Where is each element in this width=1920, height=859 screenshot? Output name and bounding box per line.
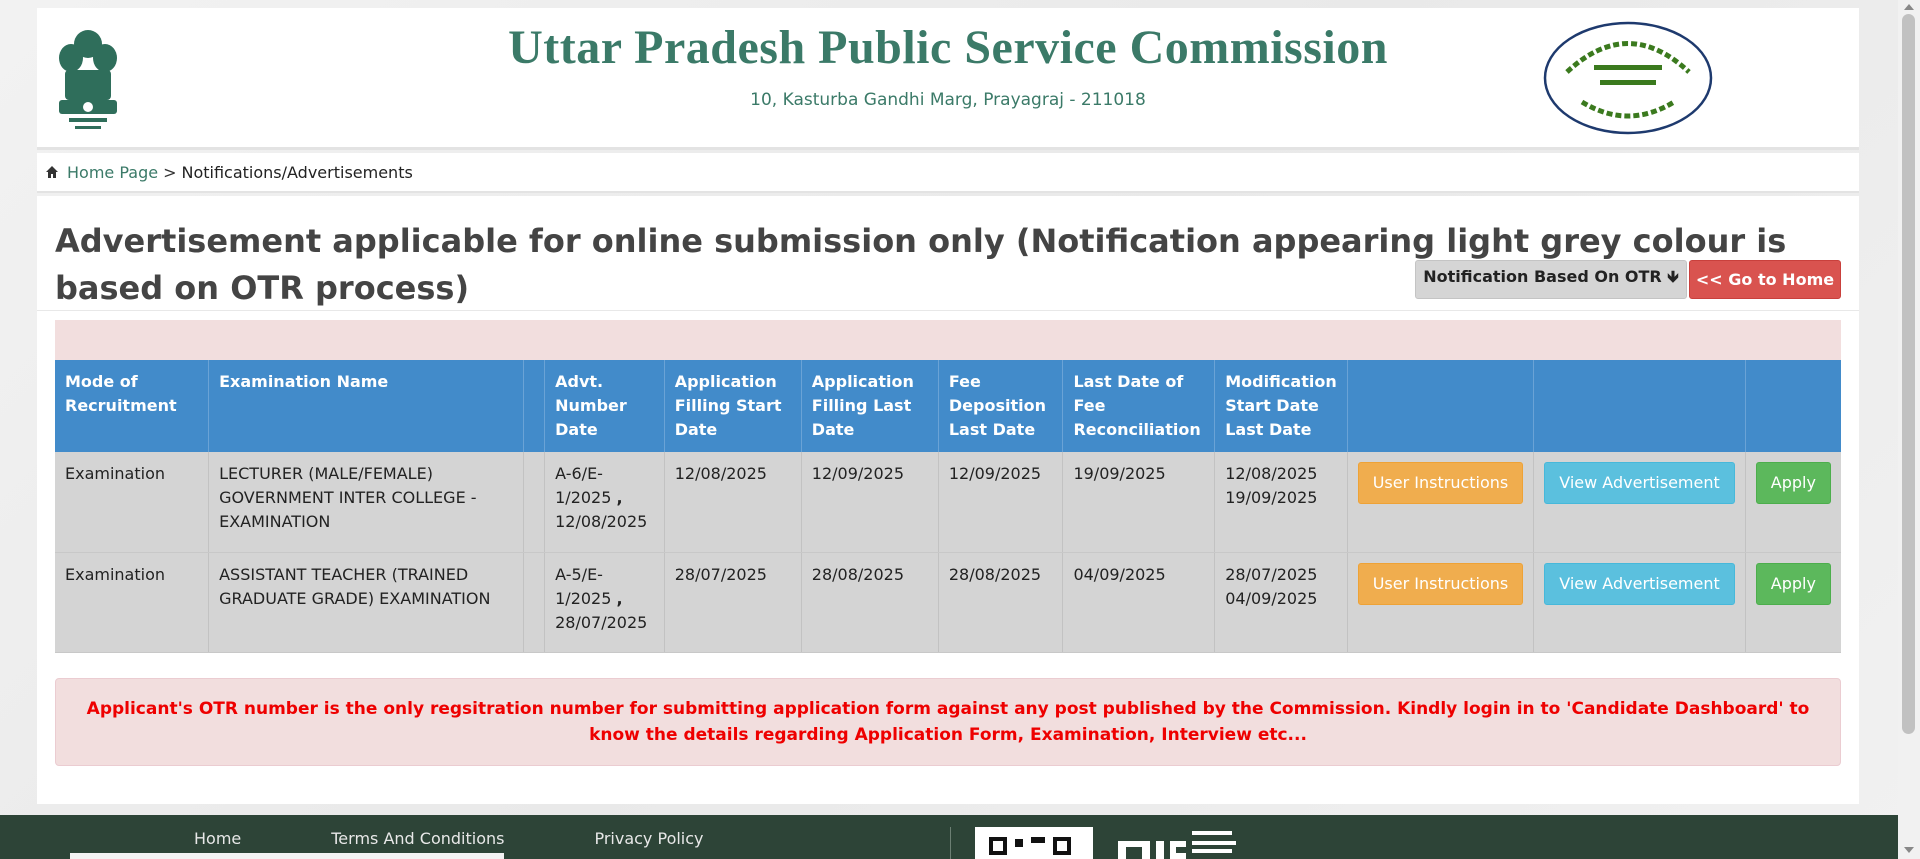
footer-link-terms[interactable]: Terms And Conditions	[331, 829, 504, 848]
col-advt-number: Advt. Number Date	[544, 360, 665, 452]
cell-exam-name: ASSISTANT TEACHER (TRAINED GRADUATE GRAD…	[208, 552, 525, 653]
scroll-down-icon[interactable]	[1904, 847, 1914, 853]
mod-start-date: 28/07/2025	[1225, 564, 1318, 584]
breadcrumb-home-link[interactable]: Home Page	[67, 163, 158, 182]
cell-start-date: 12/08/2025	[664, 452, 802, 553]
advt-separator: ,	[616, 488, 623, 507]
cell-reconciliation: 19/09/2025	[1062, 452, 1216, 553]
advt-number: A-6/E-1/2025	[555, 464, 612, 507]
footer-divider	[950, 827, 951, 859]
cell-instructions: User Instructions	[1347, 452, 1535, 553]
main-content: Advertisement applicable for online subm…	[37, 196, 1859, 804]
footer-links: Home Terms And Conditions Privacy Policy	[194, 829, 794, 848]
table-row: Examination LECTURER (MALE/FEMALE) GOVER…	[55, 452, 1841, 553]
col-exam-name: Examination Name	[208, 360, 525, 452]
mod-last-date: 04/09/2025	[1225, 588, 1318, 608]
apply-button[interactable]: Apply	[1755, 462, 1831, 504]
alert-strip	[55, 320, 1841, 360]
cell-reconciliation: 04/09/2025	[1062, 552, 1216, 653]
cell-modification: 12/08/2025 19/09/2025	[1214, 452, 1348, 553]
cell-view: View Advertisement	[1533, 552, 1746, 653]
cell-advt: A-5/E-1/2025 , 28/07/2025	[544, 552, 665, 653]
col-modification: Modification Start Date Last Date	[1214, 360, 1348, 452]
home-icon	[46, 166, 58, 178]
col-fee-last-date: Fee Deposition Last Date	[938, 360, 1064, 452]
advertisement-table: Mode of Recruitment Examination Name Adv…	[55, 360, 1841, 653]
scroll-up-icon[interactable]	[1904, 4, 1914, 10]
table-row: Examination ASSISTANT TEACHER (TRAINED G…	[55, 552, 1841, 653]
view-advertisement-button[interactable]: View Advertisement	[1544, 462, 1735, 504]
user-instructions-button[interactable]: User Instructions	[1357, 562, 1524, 605]
mod-start-date: 12/08/2025	[1225, 464, 1318, 483]
advt-date: 28/07/2025	[555, 612, 648, 632]
cell-last-date: 12/09/2025	[801, 452, 939, 553]
commission-seal-icon	[1543, 21, 1713, 135]
qr-code-icon	[975, 827, 1093, 859]
advt-number: A-5/E-1/2025	[555, 564, 612, 608]
otr-notice: Applicant's OTR number is the only regsi…	[55, 678, 1841, 766]
scrollbar-thumb[interactable]	[1902, 14, 1915, 734]
breadcrumb: Home Page > Notifications/Advertisements	[37, 153, 1859, 193]
col-start-date: Application Filling Start Date	[664, 360, 802, 452]
advt-date: 12/08/2025	[555, 512, 648, 531]
breadcrumb-separator: >	[163, 162, 177, 182]
cell-instructions: User Instructions	[1347, 552, 1535, 653]
col-last-date: Application Filling Last Date	[801, 360, 939, 452]
col-view	[1533, 360, 1746, 452]
view-advertisement-button[interactable]: View Advertisement	[1544, 562, 1735, 605]
cell-blank	[523, 452, 546, 553]
cell-view: View Advertisement	[1533, 452, 1746, 553]
cell-fee-last-date: 12/09/2025	[938, 452, 1064, 553]
cell-fee-last-date: 28/08/2025	[938, 552, 1064, 653]
footer-link-privacy[interactable]: Privacy Policy	[594, 829, 703, 848]
footer-link-home[interactable]: Home	[194, 829, 241, 848]
col-mode: Mode of Recruitment	[55, 360, 210, 452]
cell-modification: 28/07/2025 04/09/2025	[1214, 552, 1348, 653]
col-fee-reconciliation: Last Date of Fee Reconciliation	[1062, 360, 1216, 452]
cell-last-date: 28/08/2025	[801, 552, 939, 653]
site-header: Uttar Pradesh Public Service Commission …	[37, 8, 1859, 150]
cell-blank	[523, 552, 546, 653]
cell-apply: Apply	[1745, 552, 1841, 653]
user-instructions-button[interactable]: User Instructions	[1357, 462, 1524, 504]
nic-logo-icon	[1118, 831, 1236, 859]
cell-exam-name: LECTURER (MALE/FEMALE) GOVERNMENT INTER …	[208, 452, 525, 553]
col-instructions	[1347, 360, 1535, 452]
page-scrollbar[interactable]	[1898, 0, 1920, 859]
col-blank	[523, 360, 546, 452]
advt-separator: ,	[616, 588, 623, 608]
cell-mode: Examination	[55, 452, 210, 553]
go-home-button[interactable]: << Go to Home	[1689, 260, 1841, 299]
bottom-overlay	[70, 853, 504, 859]
otr-notification-button[interactable]: Notification Based On OTR 🡻	[1415, 260, 1687, 299]
mod-last-date: 19/09/2025	[1225, 488, 1318, 507]
apply-button[interactable]: Apply	[1755, 562, 1831, 605]
col-apply	[1745, 360, 1841, 452]
cell-mode: Examination	[55, 552, 210, 653]
cell-advt: A-6/E-1/2025 , 12/08/2025	[544, 452, 665, 553]
cell-start-date: 28/07/2025	[664, 552, 802, 653]
divider	[37, 310, 1859, 311]
cell-apply: Apply	[1745, 452, 1841, 553]
table-header-row: Mode of Recruitment Examination Name Adv…	[55, 360, 1841, 452]
breadcrumb-current: Notifications/Advertisements	[181, 162, 413, 182]
